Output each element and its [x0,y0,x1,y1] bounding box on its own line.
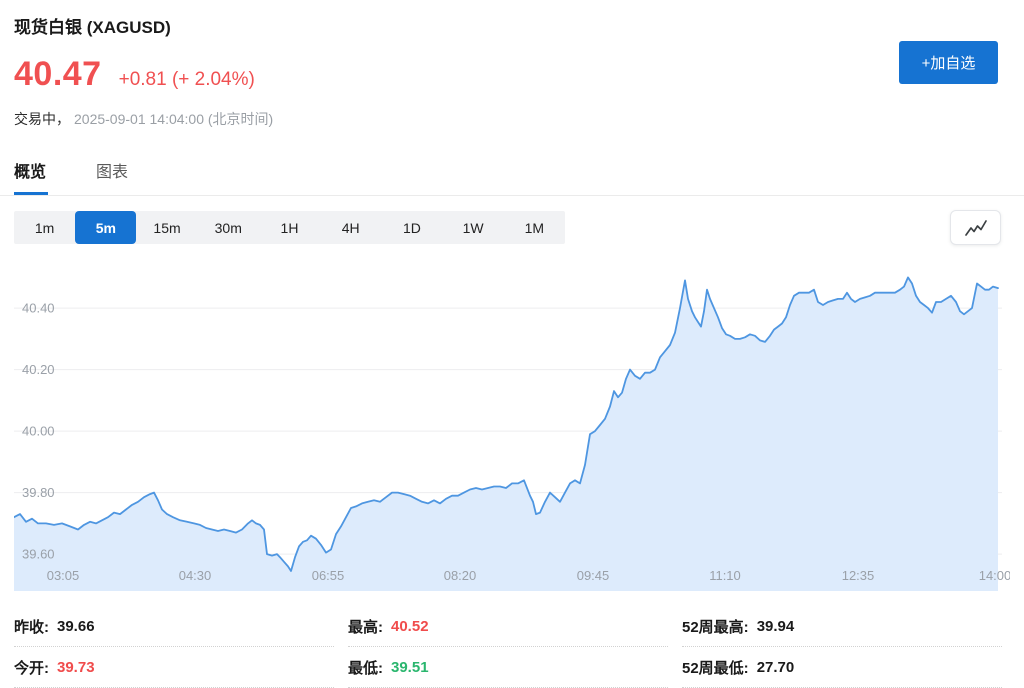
svg-text:09:45: 09:45 [577,568,610,583]
stat-52w-low: 52周最低: 27.70 [682,647,1002,688]
price-chart[interactable]: 40.40 40.20 40.00 39.80 39.60 03:05 04:30 06:55… [14,258,1010,591]
stat-label: 今开: [14,657,49,678]
price-chart-canvas[interactable]: 40.40 40.20 40.00 39.80 39.60 03:05 04:30 06:55… [14,258,1010,591]
interval-1m-month[interactable]: 1M [504,211,565,244]
current-price: 40.47 [14,55,102,94]
interval-1m[interactable]: 1m [14,211,75,244]
stats-grid: 昨收: 39.66 最高: 40.52 52周最高: 39.94 今开: 39.… [14,606,1002,688]
svg-text:39.80: 39.80 [22,485,55,500]
svg-text:40.20: 40.20 [22,362,55,377]
svg-text:06:55: 06:55 [312,568,345,583]
interval-15m[interactable]: 15m [136,211,197,244]
stat-prev-close: 昨收: 39.66 [14,606,334,647]
line-chart-icon [963,218,989,238]
tab-chart[interactable]: 图表 [96,158,128,195]
instrument-title: 现货白银 (XAGUSD) [14,13,1002,38]
add-watchlist-button[interactable]: +加自选 [899,41,998,84]
svg-text:14:00: 14:00 [979,568,1010,583]
stat-label: 52周最低: [682,657,749,678]
svg-text:40.40: 40.40 [22,301,55,316]
stat-label: 最高: [348,616,383,637]
price-change: +0.81 (+ 2.04%) [119,69,255,91]
stat-label: 昨收: [14,616,49,637]
svg-text:04:30: 04:30 [179,568,212,583]
stat-52w-high: 52周最高: 39.94 [682,606,1002,647]
stat-value: 39.73 [57,659,95,676]
status-row: 交易中，2025-09-01 14:04:00 (北京时间) [14,109,1002,129]
svg-text:39.60: 39.60 [22,547,55,562]
interval-selector: 1m 5m 15m 30m 1H 4H 1D 1W 1M [14,211,565,244]
quote-timestamp: 2025-09-01 14:04:00 (北京时间) [74,111,273,127]
svg-text:40.00: 40.00 [22,424,55,439]
stat-open: 今开: 39.73 [14,647,334,688]
interval-4h[interactable]: 4H [320,211,381,244]
stat-label: 52周最高: [682,616,749,637]
interval-1d[interactable]: 1D [381,211,442,244]
stat-day-low: 最低: 39.51 [348,647,668,688]
chart-type-button[interactable] [950,210,1001,245]
stat-value: 27.70 [757,659,795,676]
quote-header: 现货白银 (XAGUSD) 40.47 +0.81 (+ 2.04%) 交易中，… [0,0,1024,129]
svg-text:12:35: 12:35 [842,568,875,583]
interval-30m[interactable]: 30m [198,211,259,244]
price-row: 40.47 +0.81 (+ 2.04%) [14,55,1002,94]
tab-bar: 概览 图表 [0,158,1024,196]
interval-1h[interactable]: 1H [259,211,320,244]
tab-overview-label: 概览 [14,164,46,181]
stat-day-high: 最高: 40.52 [348,606,668,647]
chart-toolbar: 1m 5m 15m 30m 1H 4H 1D 1W 1M [14,211,1001,245]
interval-1w[interactable]: 1W [443,211,504,244]
stat-value: 39.51 [391,659,429,676]
stat-value: 39.66 [57,618,95,635]
tab-chart-label: 图表 [96,164,128,181]
stat-value: 40.52 [391,618,429,635]
svg-text:08:20: 08:20 [444,568,477,583]
stat-value: 39.94 [757,618,795,635]
svg-text:11:10: 11:10 [709,568,741,583]
stat-label: 最低: [348,657,383,678]
trading-status: 交易中， [14,111,70,127]
svg-text:03:05: 03:05 [47,568,80,583]
tab-overview[interactable]: 概览 [14,158,46,195]
interval-5m[interactable]: 5m [75,211,136,244]
